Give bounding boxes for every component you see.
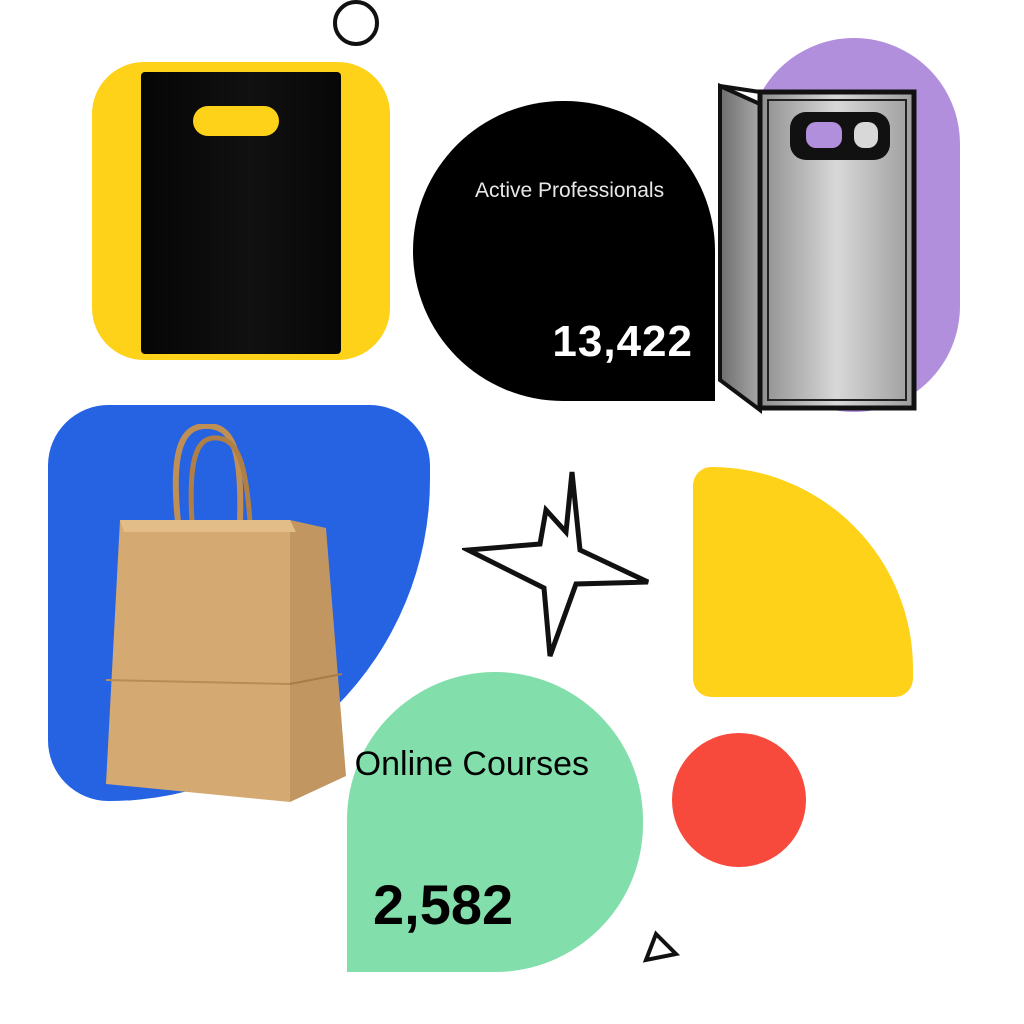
stats-collage: Active Professionals 13,422 Online Cours… — [0, 0, 1024, 1024]
stat-value: 2,582 — [373, 873, 514, 936]
black-shopping-bag-icon — [141, 72, 341, 354]
online-courses-card: Online Courses 2,582 — [347, 672, 643, 972]
stat-label: Online Courses — [354, 745, 589, 783]
yellow-quarter-shape — [693, 467, 913, 697]
outline-circle-icon — [333, 0, 379, 46]
stat-value: 13,422 — [552, 317, 693, 366]
active-professionals-card: Active Professionals 13,422 — [413, 101, 715, 401]
bag-handle-cutout — [193, 106, 279, 136]
red-circle — [672, 733, 806, 867]
sparkle-star-icon — [462, 471, 650, 657]
kraft-paper-bag-icon — [105, 424, 346, 802]
outline-triangle-icon — [642, 930, 681, 963]
grey-shopping-bag-icon — [718, 82, 917, 414]
stat-label: Active Professionals — [475, 179, 665, 202]
